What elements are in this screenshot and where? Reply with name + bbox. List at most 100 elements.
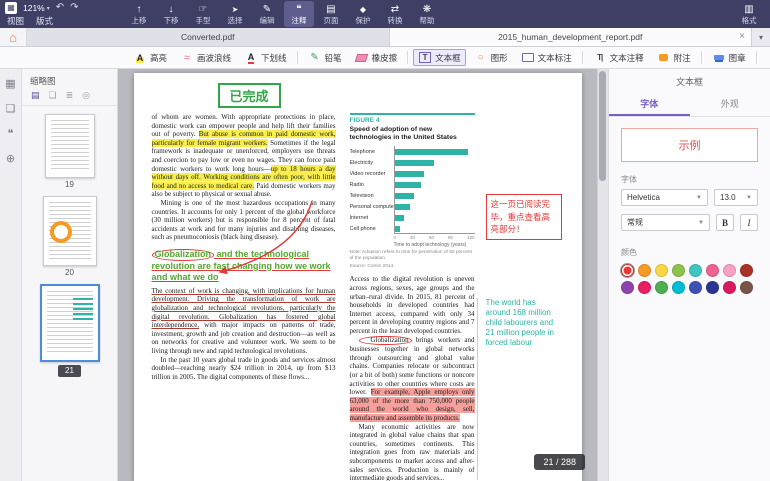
annot-tool-signature[interactable]: 签名: [762, 49, 770, 66]
chart-row: Personal computer: [350, 201, 475, 212]
ribbon-tool-page[interactable]: 页面: [316, 1, 346, 27]
page-view-icon[interactable]: [31, 91, 40, 100]
annot-tool-textbox[interactable]: 文本框: [413, 49, 466, 66]
color-swatches: [621, 264, 758, 294]
done-textbox-annotation[interactable]: 已完成: [218, 83, 281, 108]
ribbon-tool-convert[interactable]: 转换: [380, 1, 410, 27]
red-ellipse-annotation[interactable]: Globalization: [152, 249, 215, 261]
color-swatch-f8a1c4[interactable]: [723, 264, 736, 277]
paragraph: Many economic activities are now integra…: [350, 423, 475, 481]
format-button[interactable]: 格式: [734, 4, 764, 25]
color-swatch-a93226[interactable]: [740, 264, 753, 277]
protect-icon: [360, 4, 366, 16]
left-icon-strip: [0, 69, 22, 481]
chevron-down-icon: ▼: [696, 195, 702, 201]
annot-tool-typewriter[interactable]: 文本注释: [588, 49, 649, 66]
ribbon-tool-help[interactable]: 帮助: [412, 1, 442, 27]
vertical-scrollbar[interactable]: [597, 69, 608, 481]
color-swatch-283593[interactable]: [706, 281, 719, 294]
toolbar-divider: [756, 51, 757, 64]
ribbon-tool-hand[interactable]: 手型: [188, 1, 218, 27]
ribbon-tool-label: 手型: [196, 17, 211, 25]
annot-tool-eraser[interactable]: 橡皮擦: [350, 49, 403, 66]
home-button[interactable]: ⌂: [0, 28, 27, 46]
hand-icon: [199, 4, 208, 16]
color-swatch-795548[interactable]: [740, 281, 753, 294]
color-swatch-3ec6c0[interactable]: [689, 264, 702, 277]
ribbon-tool-protect[interactable]: 保护: [348, 1, 378, 27]
stamp-icon: [712, 51, 726, 64]
chart-tick-label: 90: [448, 235, 453, 240]
thumbnail-page-20[interactable]: [43, 196, 97, 266]
redo-icon[interactable]: [70, 3, 78, 13]
help-icon: [423, 4, 431, 16]
comment-panel-icon[interactable]: [8, 129, 14, 140]
chart-row: Electricity: [350, 157, 475, 168]
color-swatch-8bc34a[interactable]: [672, 264, 685, 277]
annot-tool-shapes[interactable]: 图形: [469, 49, 513, 66]
annot-tool-squiggly[interactable]: 画波浪线: [175, 49, 236, 66]
color-swatch-4caf50[interactable]: [655, 281, 668, 294]
figure-note: Note: Adoption refers to time for penetr…: [350, 250, 475, 262]
tab-document-0[interactable]: Converted.pdf: [27, 28, 390, 46]
annot-tool-note[interactable]: 附注: [652, 49, 696, 66]
edit-icon: [263, 4, 271, 16]
list-view-icon[interactable]: [66, 91, 74, 100]
color-swatch-d81b60[interactable]: [723, 281, 736, 294]
paragraph: of whom are women. With appropriate prot…: [152, 113, 336, 199]
undo-icon[interactable]: [56, 3, 64, 13]
menu-layout[interactable]: 版式: [36, 15, 53, 27]
tab-appearance[interactable]: 外观: [690, 93, 770, 116]
zoom-control[interactable]: 121%: [23, 3, 50, 13]
annot-tool-highlight[interactable]: 高亮: [128, 49, 172, 66]
chevron-down-icon: ▼: [746, 195, 752, 201]
ribbon-tool-select[interactable]: 选择: [220, 1, 250, 27]
italic-button[interactable]: I: [740, 214, 758, 231]
annot-tool-pencil[interactable]: 铅笔: [303, 49, 347, 66]
annot-tool-callout[interactable]: 文本标注: [516, 49, 577, 66]
thumbnail-page-19[interactable]: [45, 114, 95, 178]
annot-tool-label: 橡皮擦: [372, 52, 398, 64]
ribbon-tools: 上移下移手型 选择编辑注释 页面保护转换帮助: [122, 0, 728, 28]
app-menu-icon[interactable]: [5, 2, 17, 14]
note-textbox-annotation[interactable]: 这一页已阅读完毕，重点查看高亮部分！: [486, 194, 562, 240]
chart-category-label: Radio: [350, 182, 394, 188]
chart-category-label: Television: [350, 193, 394, 199]
bookmark-view-icon[interactable]: [49, 91, 57, 100]
color-swatch-f7d842[interactable]: [655, 264, 668, 277]
chart-tick-label: 0: [394, 235, 397, 240]
bold-button[interactable]: B: [716, 214, 734, 231]
ribbon-tool-label: 注释: [292, 17, 307, 25]
font-family-select[interactable]: Helvetica▼: [621, 189, 708, 206]
scrollbar-thumb[interactable]: [599, 71, 606, 181]
ribbon-tool-comment[interactable]: 注释: [284, 1, 314, 27]
ribbon-tool-edit[interactable]: 编辑: [252, 1, 282, 27]
menu-view[interactable]: 视图: [7, 15, 24, 27]
ribbon-tool-move-down[interactable]: 下移: [156, 1, 186, 27]
close-tab-icon[interactable]: ×: [739, 32, 745, 42]
tab-list-dropdown-icon[interactable]: ▾: [752, 28, 770, 46]
attachment-panel-icon[interactable]: [6, 154, 15, 165]
color-swatch-f06292[interactable]: [706, 264, 719, 277]
ribbon-tool-move-up[interactable]: 上移: [124, 1, 154, 27]
color-swatch-e91e63[interactable]: [638, 281, 651, 294]
thumbnail-page-21-selected[interactable]: [40, 284, 100, 362]
document-viewport[interactable]: 已完成 of whom are women. With appropriate …: [118, 69, 597, 481]
color-swatch-f59a23[interactable]: [638, 264, 651, 277]
annot-tool-underline[interactable]: 下划线: [239, 49, 292, 66]
tab-document-1[interactable]: 2015_human_development_report.pdf ×: [390, 28, 753, 46]
color-swatch-3f51b5[interactable]: [689, 281, 702, 294]
format-panel: 文本框 字体 外观 示例 字体 Helvetica▼ 13.0▼ 常规▼ B: [608, 69, 770, 481]
font-size-select[interactable]: 13.0▼: [714, 189, 758, 206]
annot-tool-stamp[interactable]: 图章: [707, 49, 751, 66]
toolbar-divider: [297, 51, 298, 64]
color-swatch-e53935[interactable]: [621, 264, 634, 277]
red-ellipse-annotation[interactable]: Globalization: [359, 336, 412, 346]
color-swatch-8e44ad[interactable]: [621, 281, 634, 294]
font-style-select[interactable]: 常规▼: [621, 214, 710, 231]
tab-font[interactable]: 字体: [609, 93, 690, 116]
bookmark-panel-icon[interactable]: [6, 104, 16, 115]
search-icon[interactable]: [82, 91, 90, 100]
thumbnail-panel-icon[interactable]: [5, 79, 15, 90]
color-swatch-00bcd4[interactable]: [672, 281, 685, 294]
